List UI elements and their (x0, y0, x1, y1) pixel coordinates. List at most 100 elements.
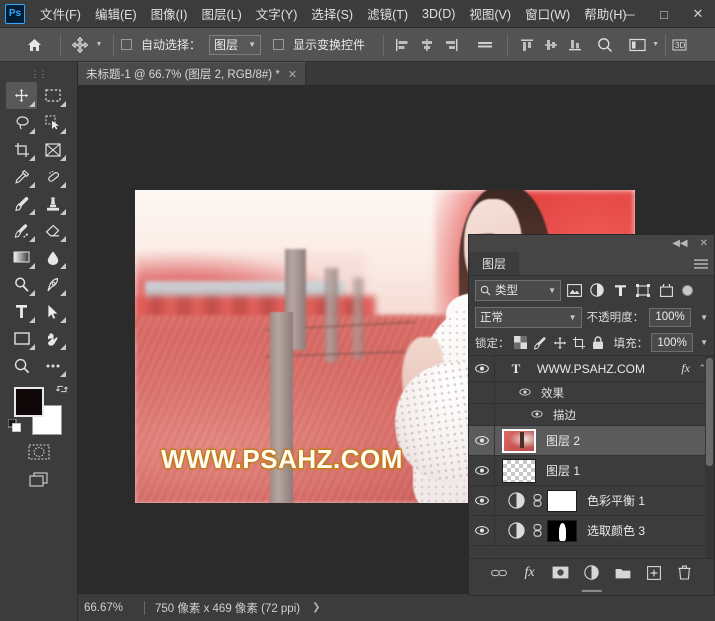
layer-visibility-toggle[interactable] (469, 456, 495, 485)
eye-icon[interactable] (531, 410, 545, 419)
minimize-button[interactable]: ─ (613, 0, 647, 28)
color-balance-icon[interactable] (506, 491, 526, 511)
layer-mask-thumbnail[interactable] (547, 519, 577, 542)
quick-mask-icon[interactable] (23, 439, 54, 465)
layer-filter-type-dropdown[interactable]: 类型 ▼ (475, 279, 561, 301)
layer-list-scrollbar[interactable] (705, 356, 714, 558)
close-icon[interactable]: ✕ (700, 238, 708, 249)
menu-window[interactable]: 窗口(W) (518, 0, 577, 27)
blend-mode-dropdown[interactable]: 正常 ▼ (475, 306, 582, 328)
layer-style-fx-icon[interactable]: fx (520, 563, 539, 582)
maximize-button[interactable]: □ (647, 0, 681, 28)
layer-visibility-toggle[interactable] (469, 516, 495, 545)
lasso-tool[interactable] (6, 109, 37, 136)
type-tool[interactable] (6, 298, 37, 325)
move-tool[interactable] (6, 82, 37, 109)
zoom-level[interactable]: 66.67% (78, 602, 144, 614)
swap-colors-icon[interactable] (55, 383, 68, 398)
shape-filter-icon[interactable] (633, 280, 653, 301)
home-icon[interactable] (22, 33, 46, 57)
auto-select-scope-dropdown[interactable]: 图层 ▼ (209, 34, 262, 55)
eyedropper-tool[interactable] (6, 163, 37, 190)
layer-fx-badge[interactable]: fx (681, 361, 690, 376)
align-center-vertical-icon[interactable] (539, 33, 563, 57)
link-icon[interactable] (531, 521, 543, 541)
type-layer-thumbnail[interactable]: T (505, 361, 527, 377)
dodge-tool[interactable] (6, 271, 37, 298)
rectangle-tool[interactable] (6, 325, 37, 352)
3d-mode-icon[interactable]: 3D (669, 33, 693, 57)
layer-list[interactable]: T WWW.PSAHZ.COM fx ⌃ 效果 描边 图层 2 图层 1 色彩平… (469, 356, 714, 558)
pixel-filter-icon[interactable] (564, 280, 584, 301)
layer-mask-thumbnail[interactable] (547, 489, 577, 512)
menu-type[interactable]: 文字(Y) (249, 0, 305, 27)
eraser-tool[interactable] (37, 217, 68, 244)
align-top-icon[interactable] (515, 33, 539, 57)
edit-toolbar-ellipsis-icon[interactable] (37, 352, 68, 379)
type-filter-icon[interactable] (610, 280, 630, 301)
selective-color-icon[interactable] (506, 521, 526, 541)
menu-select[interactable]: 选择(S) (304, 0, 360, 27)
screen-mode-icon[interactable] (23, 467, 54, 493)
arrange-documents-icon[interactable] (625, 33, 649, 57)
scrollbar-thumb[interactable] (706, 358, 713, 466)
layer-thumbnail[interactable] (502, 458, 536, 483)
brush-tool[interactable] (6, 190, 37, 217)
fill-chevron-icon[interactable]: ▼ (700, 338, 708, 347)
fill-value[interactable]: 100% (651, 333, 694, 352)
table-row[interactable]: 色彩平衡 1 (469, 486, 714, 516)
smart-object-filter-icon[interactable] (656, 280, 676, 301)
delete-layer-icon[interactable] (675, 563, 694, 582)
table-row[interactable]: 图层 1 (469, 456, 714, 486)
show-transform-checkbox[interactable] (273, 39, 285, 50)
filter-toggle-icon[interactable] (681, 280, 694, 301)
frame-tool[interactable] (37, 136, 68, 163)
opacity-chevron-icon[interactable]: ▼ (700, 313, 708, 322)
new-group-icon[interactable] (613, 563, 632, 582)
layer-thumbnail[interactable] (502, 428, 536, 453)
menu-filter[interactable]: 滤镜(T) (360, 0, 415, 27)
eye-icon[interactable] (519, 388, 533, 397)
distribute-horizontal-icon[interactable] (473, 33, 497, 57)
align-left-icon[interactable] (391, 33, 415, 57)
tab-layers[interactable]: 图层 (469, 252, 520, 275)
align-center-horizontal-icon[interactable] (415, 33, 439, 57)
document-tab[interactable]: 未标题-1 @ 66.7% (图层 2, RGB/8#) * ✕ (78, 62, 307, 85)
blur-tool[interactable] (37, 244, 68, 271)
show-transform-group[interactable]: 显示变换控件 (273, 36, 369, 53)
auto-select-checkbox[interactable] (121, 39, 132, 50)
panel-resize-grip[interactable]: ▬▬▬ (469, 586, 714, 595)
marquee-tool[interactable] (37, 82, 68, 109)
panel-menu-icon[interactable] (694, 252, 708, 276)
auto-select-group[interactable]: 自动选择： (121, 36, 205, 53)
align-right-icon[interactable] (439, 33, 463, 57)
lock-artboard-icon[interactable] (571, 333, 587, 353)
healing-brush-tool[interactable] (37, 163, 68, 190)
add-layer-mask-icon[interactable] (551, 563, 570, 582)
move-tool-icon[interactable] (68, 33, 92, 57)
clone-stamp-tool[interactable] (37, 190, 68, 217)
list-item[interactable]: 描边 (469, 404, 714, 426)
link-icon[interactable] (531, 491, 543, 511)
close-icon[interactable]: ✕ (288, 68, 297, 81)
menu-image[interactable]: 图像(I) (144, 0, 195, 27)
quick-selection-tool[interactable] (37, 109, 68, 136)
menu-file[interactable]: 文件(F) (33, 0, 88, 27)
zoom-tool[interactable] (6, 352, 37, 379)
lock-all-icon[interactable] (590, 333, 606, 353)
default-colors-icon[interactable] (7, 418, 21, 435)
adjustment-filter-icon[interactable] (587, 280, 607, 301)
align-bottom-icon[interactable] (563, 33, 587, 57)
new-adjustment-layer-icon[interactable] (582, 563, 601, 582)
collapse-icon[interactable]: ◀◀ (672, 238, 687, 249)
layer-visibility-toggle[interactable] (469, 426, 495, 455)
toolbar-grip[interactable]: ⋮⋮ (0, 68, 77, 80)
hand-tool[interactable] (37, 325, 68, 352)
lock-image-icon[interactable] (532, 333, 548, 353)
gradient-tool[interactable] (6, 244, 37, 271)
search-icon[interactable] (593, 33, 617, 57)
arrange-caret[interactable]: ▼ (649, 33, 662, 57)
crop-tool[interactable] (6, 136, 37, 163)
menu-layer[interactable]: 图层(L) (194, 0, 248, 27)
foreground-color-swatch[interactable] (13, 387, 44, 417)
